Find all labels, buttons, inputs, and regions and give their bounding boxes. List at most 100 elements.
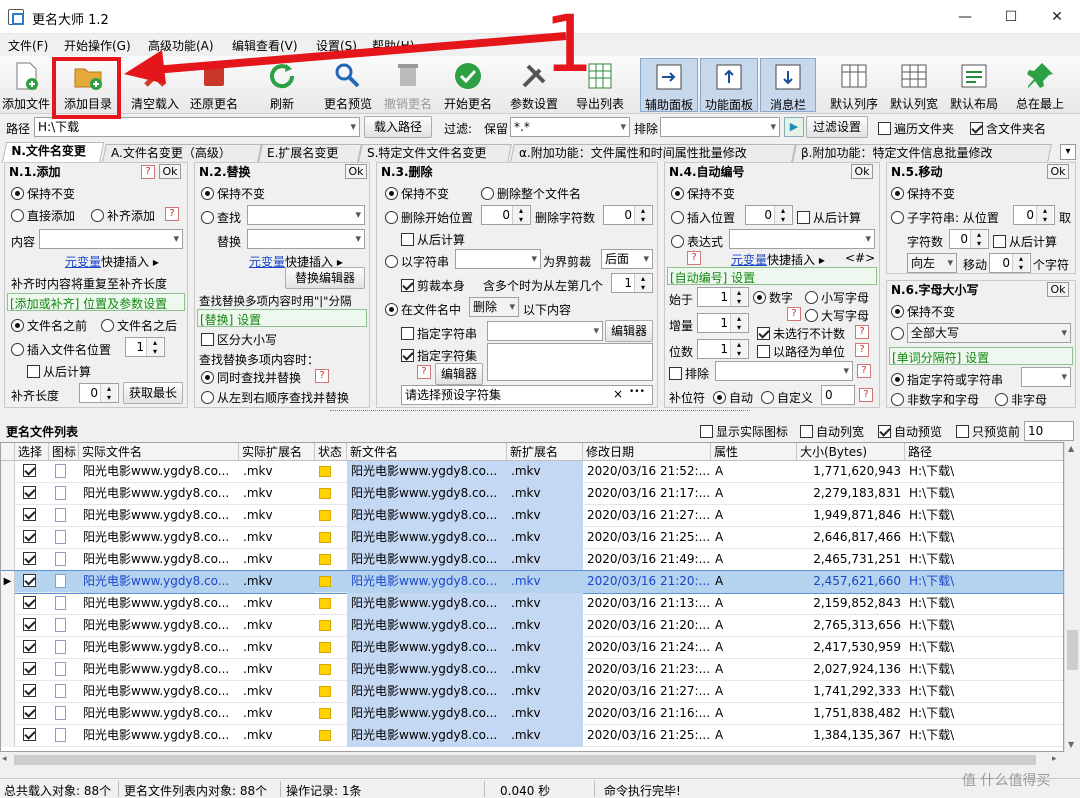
minimize-button[interactable]: — xyxy=(942,0,988,34)
table-row[interactable]: 阳光电影www.ygdy8.co... .mkv 阳光电影www.ygdy8.co.… xyxy=(1,703,1063,725)
char-count-stepper[interactable]: 0 xyxy=(949,229,989,249)
occurrence-stepper[interactable]: 1 xyxy=(611,273,653,293)
row-select-checkbox[interactable] xyxy=(23,681,43,703)
col-header-name[interactable]: 实际文件名 xyxy=(79,443,239,461)
col-header-size[interactable]: 大小(Bytes) xyxy=(797,443,905,461)
find-input[interactable] xyxy=(247,205,365,225)
help-icon[interactable]: ? xyxy=(787,307,801,321)
col-header-new-name[interactable]: 新文件名 xyxy=(347,443,507,461)
radio-keep-delete[interactable]: 保持不变 xyxy=(385,185,449,202)
radio-expression[interactable]: 表达式 xyxy=(671,233,723,250)
radio-left-to-right[interactable]: 从左到右顺序查找并替换 xyxy=(201,389,349,406)
spec-string-input[interactable] xyxy=(487,321,603,341)
row-select-checkbox[interactable] xyxy=(23,549,43,571)
show-icon-checkbox[interactable]: 显示实际图标 xyxy=(700,423,788,440)
string-editor-button[interactable]: 编辑器 xyxy=(605,320,653,342)
clear-preset-icon[interactable]: × xyxy=(613,387,623,401)
charset-textarea[interactable] xyxy=(487,343,653,381)
meta-variable-link[interactable]: 元变量 xyxy=(731,251,767,268)
content-input[interactable] xyxy=(39,229,183,249)
radio-auto-pad[interactable]: 自动 xyxy=(713,389,753,406)
default-col-width-button[interactable]: 默认列宽 xyxy=(886,58,942,112)
panel-case-ok-button[interactable]: Ok xyxy=(1047,282,1069,297)
radio-in-filename[interactable]: 在文件名中 xyxy=(385,301,461,318)
replace-editor-button[interactable]: 替换编辑器 xyxy=(285,267,365,289)
help-icon[interactable]: ? xyxy=(857,364,871,378)
by-path-checkbox[interactable]: 以路径为单位 xyxy=(757,343,845,360)
aux-panel-button[interactable]: 辅助面板 xyxy=(640,58,698,112)
table-row[interactable]: 阳光电影www.ygdy8.co... .mkv 阳光电影www.ygdy8.co.… xyxy=(1,615,1063,637)
panel-move-ok-button[interactable]: Ok xyxy=(1047,164,1069,179)
help-icon[interactable]: ? xyxy=(855,325,869,339)
substring-start-stepper[interactable]: 0 xyxy=(1013,205,1055,225)
row-select-checkbox[interactable] xyxy=(23,725,43,747)
radio-digits[interactable]: 数字 xyxy=(753,289,793,306)
maximize-button[interactable]: ☐ xyxy=(988,0,1034,34)
start-stepper[interactable]: 1 xyxy=(697,287,749,307)
default-col-order-button[interactable]: 默认列序 xyxy=(826,58,882,112)
row-select-checkbox[interactable] xyxy=(23,593,43,615)
table-row[interactable]: 阳光电影www.ygdy8.co... .mkv 阳光电影www.ygdy8.co.… xyxy=(1,725,1063,747)
table-row[interactable]: 阳光电影www.ygdy8.co... .mkv 阳光电影www.ygdy8.co.… xyxy=(1,461,1063,483)
col-header-select[interactable]: 选择 xyxy=(15,443,49,461)
col-header-attr[interactable]: 属性 xyxy=(711,443,797,461)
exclude-number-checkbox[interactable]: 排除 xyxy=(669,365,709,382)
table-row[interactable]: 阳光电影www.ygdy8.co... .mkv 阳光电影www.ygdy8.co.… xyxy=(1,593,1063,615)
h-scroll-thumb[interactable] xyxy=(14,755,1036,765)
help-icon[interactable]: ? xyxy=(859,388,873,402)
radio-insert-number[interactable]: 插入位置 xyxy=(671,209,735,226)
tab-file-info-modify[interactable]: β.附加功能：特定文件信息批量修改 xyxy=(792,144,1052,162)
boundary-string-input[interactable] xyxy=(455,249,541,269)
step-stepper[interactable]: 1 xyxy=(697,313,749,333)
vertical-scrollbar[interactable]: ▲ ▼ xyxy=(1064,442,1080,752)
load-path-button[interactable]: 载入路径 xyxy=(364,116,432,138)
radio-find[interactable]: 查找 xyxy=(201,209,241,226)
panel-replace-ok-button[interactable]: Ok xyxy=(345,164,367,179)
replace-input[interactable] xyxy=(247,229,365,249)
panel-auto-number-ok-button[interactable]: Ok xyxy=(851,164,873,179)
radio-before-name[interactable]: 文件名之前 xyxy=(11,317,87,334)
width-stepper[interactable]: 1 xyxy=(697,339,749,359)
meta-variable-link[interactable]: 元变量 xyxy=(65,253,101,270)
skip-unselected-checkbox[interactable]: 未选行不计数 xyxy=(757,325,845,342)
radio-specified-chars[interactable]: 指定字符或字符串 xyxy=(891,371,1003,388)
radio-keep-number[interactable]: 保持不变 xyxy=(671,185,735,202)
expression-input[interactable] xyxy=(729,229,875,249)
radio-uppercase[interactable]: 大写字母 xyxy=(805,307,869,324)
col-header-date[interactable]: 修改日期 xyxy=(583,443,711,461)
col-header-status[interactable]: 状态 xyxy=(315,443,347,461)
number-from-end-checkbox[interactable]: 从后计算 xyxy=(797,209,861,226)
radio-direct-add[interactable]: 直接添加 xyxy=(11,207,75,224)
keep-filter-input[interactable]: *.* xyxy=(510,117,630,137)
quick-insert-link[interactable]: 快捷插入 ▸ xyxy=(767,251,825,268)
default-layout-button[interactable]: 默认布局 xyxy=(946,58,1002,112)
cut-direction-select[interactable]: 后面 xyxy=(601,249,653,269)
row-select-checkbox[interactable] xyxy=(23,527,43,549)
panel-add-ok-button[interactable]: Ok xyxy=(159,164,181,179)
more-icon[interactable]: ••• xyxy=(629,387,645,397)
radio-delete-all[interactable]: 删除整个文件名 xyxy=(481,185,581,202)
charset-editor-button[interactable]: 编辑器 xyxy=(435,363,483,385)
tab-extension-change[interactable]: E.扩展名变更 xyxy=(258,144,362,162)
row-select-checkbox[interactable] xyxy=(23,703,43,725)
move-direction-select[interactable]: 向左 xyxy=(907,253,957,273)
preview-count-input[interactable]: 10 xyxy=(1024,421,1074,441)
include-folder-checkbox[interactable]: 含文件夹名 xyxy=(970,120,1046,137)
table-row[interactable]: 阳光电影www.ygdy8.co... .mkv 阳光电影www.ygdy8.co.… xyxy=(1,483,1063,505)
spec-string-checkbox[interactable]: 指定字符串 xyxy=(401,325,477,342)
radio-substring[interactable]: 子字符串: 从位置 xyxy=(891,209,999,226)
help-icon[interactable]: ? xyxy=(687,251,701,265)
row-select-checkbox[interactable] xyxy=(23,461,43,483)
delete-mode-select[interactable]: 删除 xyxy=(469,297,519,317)
row-select-checkbox[interactable] xyxy=(23,483,43,505)
row-select-checkbox[interactable] xyxy=(23,659,43,681)
horizontal-scrollbar[interactable]: ◂ ▸ xyxy=(0,752,1064,768)
pad-length-stepper[interactable]: 0 xyxy=(79,383,119,403)
radio-keep-move[interactable]: 保持不变 xyxy=(891,185,955,202)
radio-custom-pad[interactable]: 自定义 xyxy=(761,389,813,406)
preview-first-checkbox[interactable]: 只预览前 xyxy=(956,423,1020,440)
radio-non-letter[interactable]: 非字母 xyxy=(995,391,1047,408)
message-bar-button[interactable]: 消息栏 xyxy=(760,58,816,112)
insert-position-stepper[interactable]: 1 xyxy=(125,337,165,357)
splitter-handle[interactable] xyxy=(330,410,750,416)
